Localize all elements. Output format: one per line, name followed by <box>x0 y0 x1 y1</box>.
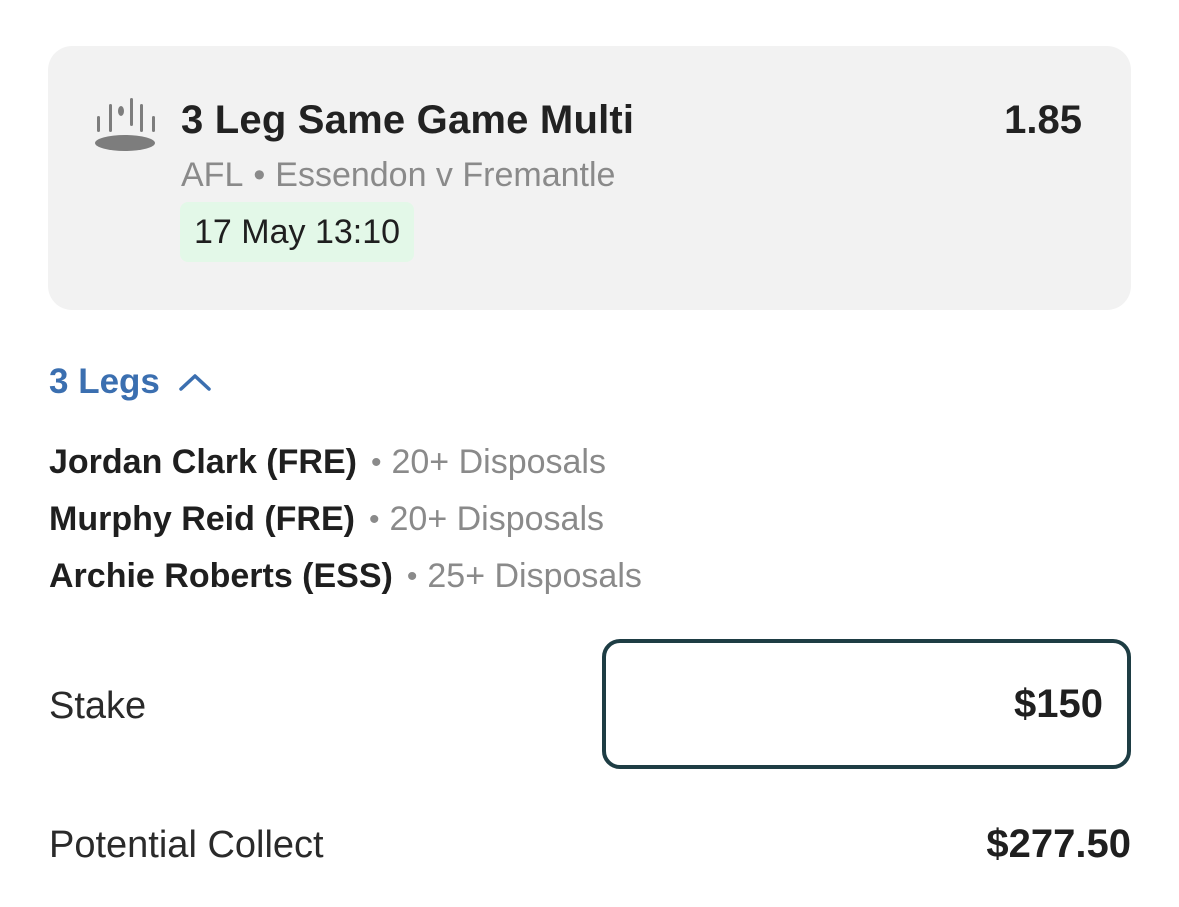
bet-subtitle: AFL • Essendon v Fremantle <box>181 156 615 195</box>
bet-title: 3 Leg Same Game Multi <box>181 98 635 142</box>
legs-toggle[interactable]: 3 Legs <box>49 362 212 402</box>
leg-market: 25+ Disposals <box>427 557 642 595</box>
leg-player: Archie Roberts (ESS) <box>49 557 393 595</box>
bet-slip: 3 Leg Same Game Multi 1.85 AFL • Essendon … <box>0 0 1179 907</box>
match-label: Essendon v Fremantle <box>275 156 616 194</box>
leg-item: Archie Roberts (ESS) • 25+ Disposals <box>49 548 642 605</box>
separator-dot: • <box>406 559 418 593</box>
potential-collect-value: $277.50 <box>986 822 1131 866</box>
stake-label: Stake <box>49 685 147 727</box>
leg-market: 20+ Disposals <box>389 500 605 538</box>
separator-dot: • <box>370 445 382 479</box>
chevron-up-icon <box>178 372 212 392</box>
bet-card[interactable]: 3 Leg Same Game Multi 1.85 AFL • Essendon … <box>48 46 1131 310</box>
goalposts-icon <box>94 94 158 156</box>
stake-input[interactable] <box>602 639 1131 769</box>
legs-list: Jordan Clark (FRE) • 20+ Disposals Murphy … <box>49 434 642 605</box>
leg-market: 20+ Disposals <box>391 443 606 481</box>
separator-dot: • <box>253 156 266 194</box>
leg-item: Jordan Clark (FRE) • 20+ Disposals <box>49 434 642 491</box>
separator-dot: • <box>368 502 380 536</box>
sport-label: AFL <box>181 156 244 194</box>
potential-collect-label: Potential Collect <box>49 824 324 866</box>
leg-item: Murphy Reid (FRE) • 20+ Disposals <box>49 491 642 548</box>
bet-odds: 1.85 <box>1004 98 1082 142</box>
legs-toggle-label: 3 Legs <box>49 362 160 401</box>
leg-player: Jordan Clark (FRE) <box>49 443 357 481</box>
start-time-badge: 17 May 13:10 <box>180 202 415 262</box>
leg-player: Murphy Reid (FRE) <box>49 500 355 538</box>
